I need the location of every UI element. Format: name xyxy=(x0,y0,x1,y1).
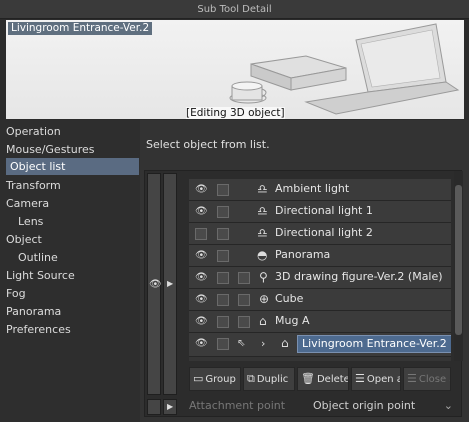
light-icon: ♎ xyxy=(257,182,268,196)
list-item[interactable]: 👁 ♎ Directional light 1 xyxy=(189,201,451,223)
lock-checkbox[interactable] xyxy=(217,272,229,284)
eye-icon[interactable]: 👁 xyxy=(195,294,208,305)
list-item[interactable]: 👁 ⚲ 3D drawing figure-Ver.2 (Male) xyxy=(189,267,451,289)
lock-checkbox[interactable] xyxy=(217,184,229,196)
eye-icon[interactable]: 👁 xyxy=(195,316,208,327)
list-toolbar: ▭Group ⧉Duplic 🗑Delete ☰Open a ☰Close a xyxy=(189,367,451,391)
object-label: Directional light 2 xyxy=(275,226,373,239)
eye-icon[interactable]: 👁 xyxy=(195,206,208,217)
eye-icon: 👁 xyxy=(149,279,162,290)
window-title: Sub Tool Detail xyxy=(0,0,469,19)
sidebar-item-preferences[interactable]: Preferences xyxy=(6,321,71,338)
visibility-column-toggle[interactable]: 👁 xyxy=(147,173,162,395)
attachment-point-label: Attachment point xyxy=(189,399,286,412)
lock-checkbox[interactable] xyxy=(217,316,229,328)
preview-object-name: Livingroom Entrance-Ver.2 xyxy=(8,22,153,35)
sidebar-item-fog[interactable]: Fog xyxy=(6,285,26,302)
list-item[interactable]: 👁 ♎ Ambient light xyxy=(189,179,451,201)
object-label: Directional light 1 xyxy=(275,204,373,217)
lock-icon: ⌂ xyxy=(281,336,289,350)
list-scrollbar[interactable] xyxy=(454,171,463,361)
sidebar-item-transform[interactable]: Transform xyxy=(6,177,61,194)
list-item-selected[interactable]: 👁 ⇖ › ⌂ Livingroom Entrance-Ver.2 xyxy=(189,333,451,357)
edit-checkbox[interactable] xyxy=(238,316,250,328)
sidebar-item-camera[interactable]: Camera xyxy=(6,195,49,212)
settings-panel: Select object from list. 👁 ▶ ▶ 👁 ♎ Ambie… xyxy=(140,120,469,422)
panorama-icon: ◓ xyxy=(257,248,268,262)
list-item[interactable]: ♎ Directional light 2 xyxy=(189,223,451,245)
chevron-right-icon[interactable]: › xyxy=(261,337,265,350)
list-item[interactable]: 👁 ⊕ Cube xyxy=(189,289,451,311)
sidebar-item-light-source[interactable]: Light Source xyxy=(6,267,75,284)
visibility-checkbox[interactable] xyxy=(195,228,207,240)
figure-icon: ⚲ xyxy=(259,270,268,284)
object-label: Ambient light xyxy=(275,182,350,195)
bottom-expand-button[interactable]: ▶ xyxy=(163,399,177,415)
eye-icon[interactable]: 👁 xyxy=(195,250,208,261)
eye-icon[interactable]: 👁 xyxy=(195,272,208,283)
chevron-down-icon[interactable]: ⌄ xyxy=(444,397,453,415)
close-all-button[interactable]: ☰Close a xyxy=(403,367,451,391)
sidebar-item-mouse-gestures[interactable]: Mouse/Gestures xyxy=(6,141,94,158)
object-list: 👁 ♎ Ambient light 👁 ♎ Directional light … xyxy=(189,179,451,361)
lock-checkbox[interactable] xyxy=(217,206,229,218)
edit-checkbox[interactable] xyxy=(238,272,250,284)
eye-icon[interactable]: 👁 xyxy=(195,184,208,195)
attachment-point-value[interactable]: Object origin point xyxy=(313,397,415,415)
lock-checkbox[interactable] xyxy=(217,338,229,350)
object-list-panel: 👁 ▶ ▶ 👁 ♎ Ambient light 👁 ♎ Directional … xyxy=(144,170,463,417)
duplicate-button[interactable]: ⧉ Duplic xyxy=(243,367,295,391)
scrollbar-thumb[interactable] xyxy=(455,185,462,335)
open-all-button[interactable]: ☰ Open a xyxy=(351,367,401,391)
sidebar-item-outline[interactable]: Outline xyxy=(18,249,58,266)
delete-button[interactable]: 🗑 Delete xyxy=(297,367,349,391)
lock-checkbox[interactable] xyxy=(217,250,229,262)
attachment-point-row[interactable]: Attachment point Object origin point ⌄ xyxy=(189,397,459,415)
object-label: 3D drawing figure-Ver.2 (Male) xyxy=(275,270,443,283)
instruction-text: Select object from list. xyxy=(146,138,270,151)
expand-list-icon: ☰ xyxy=(355,372,365,385)
light-icon: ♎ xyxy=(257,226,268,240)
collapse-list-icon: ☰ xyxy=(407,372,417,385)
trash-icon: 🗑 xyxy=(301,372,315,385)
play-icon: ▶ xyxy=(167,402,174,411)
cursor-icon: ⇖ xyxy=(237,338,246,349)
object-label: Panorama xyxy=(275,248,331,261)
folder-icon: ▭ xyxy=(193,372,204,385)
group-button[interactable]: ▭ Group xyxy=(189,367,241,391)
lock-checkbox[interactable] xyxy=(217,294,229,306)
globe-icon: ⊕ xyxy=(259,292,270,306)
object-preview: Livingroom Entrance-Ver.2 [Editing 3D ob… xyxy=(6,20,464,119)
lock-icon: ⌂ xyxy=(259,314,267,328)
edit-checkbox[interactable] xyxy=(238,294,250,306)
list-item[interactable]: 👁 ◓ Panorama xyxy=(189,245,451,267)
sidebar-item-object[interactable]: Object xyxy=(6,231,42,248)
duplicate-icon: ⧉ xyxy=(247,372,255,385)
sidebar-item-operation[interactable]: Operation xyxy=(6,123,61,140)
light-icon: ♎ xyxy=(257,204,268,218)
sidebar-item-lens[interactable]: Lens xyxy=(18,213,43,230)
sidebar-item-object-list[interactable]: Object list xyxy=(6,158,139,175)
object-label: Livingroom Entrance-Ver.2 xyxy=(297,335,451,353)
editing-label: [Editing 3D object] xyxy=(186,107,285,119)
category-sidebar: Operation Mouse/Gestures Object list Tra… xyxy=(0,120,140,422)
object-label: Cube xyxy=(275,292,304,305)
sidebar-item-panorama[interactable]: Panorama xyxy=(6,303,61,320)
play-icon: ▶ xyxy=(167,279,174,288)
bottom-left-button[interactable] xyxy=(147,399,161,415)
list-item[interactable]: 👁 ⌂ Mug A xyxy=(189,311,451,333)
expand-column-toggle[interactable]: ▶ xyxy=(163,173,177,395)
object-label: Mug A xyxy=(275,314,310,327)
eye-icon[interactable]: 👁 xyxy=(195,338,208,349)
lock-checkbox[interactable] xyxy=(217,228,229,240)
